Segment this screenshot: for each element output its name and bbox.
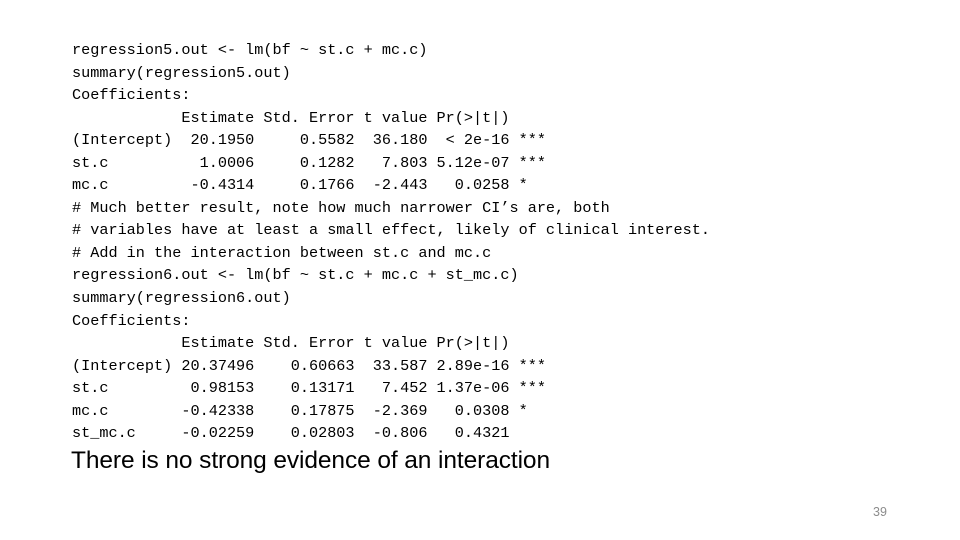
code-line: (Intercept) 20.1950 0.5582 36.180 < 2e-1… <box>72 131 546 150</box>
code-line: summary(regression5.out) <box>72 63 291 82</box>
code-line: mc.c -0.4314 0.1766 -2.443 0.0258 * <box>72 176 528 195</box>
code-line: Coefficients: <box>72 86 191 105</box>
code-line: st.c 0.98153 0.13171 7.452 1.37e-06 *** <box>72 379 546 398</box>
code-line: st.c 1.0006 0.1282 7.803 5.12e-07 *** <box>72 153 546 172</box>
code-line: (Intercept) 20.37496 0.60663 33.587 2.89… <box>72 356 546 375</box>
code-line: Coefficients: <box>72 311 191 330</box>
code-comment-line: # Much better result, note how much narr… <box>72 198 610 217</box>
code-comment-line: # variables have at least a small effect… <box>72 221 710 240</box>
code-line: regression6.out <- lm(bf ~ st.c + mc.c +… <box>72 266 519 285</box>
code-line: Estimate Std. Error t value Pr(>|t|) <box>72 334 510 353</box>
page-number: 39 <box>873 505 887 519</box>
slide-canvas: regression5.out <- lm(bf ~ st.c + mc.c) … <box>0 0 960 540</box>
code-line: mc.c -0.42338 0.17875 -2.369 0.0308 * <box>72 401 528 420</box>
code-line: regression5.out <- lm(bf ~ st.c + mc.c) <box>72 41 428 59</box>
code-line: summary(regression6.out) <box>72 289 291 308</box>
code-output-block: regression5.out <- lm(bf ~ st.c + mc.c) … <box>72 39 872 445</box>
code-comment-line: # Add in the interaction between st.c an… <box>72 243 492 262</box>
code-line: st_mc.c -0.02259 0.02803 -0.806 0.4321 <box>72 424 510 443</box>
conclusion-text: There is no strong evidence of an intera… <box>71 447 550 474</box>
code-line: Estimate Std. Error t value Pr(>|t|) <box>72 108 510 127</box>
